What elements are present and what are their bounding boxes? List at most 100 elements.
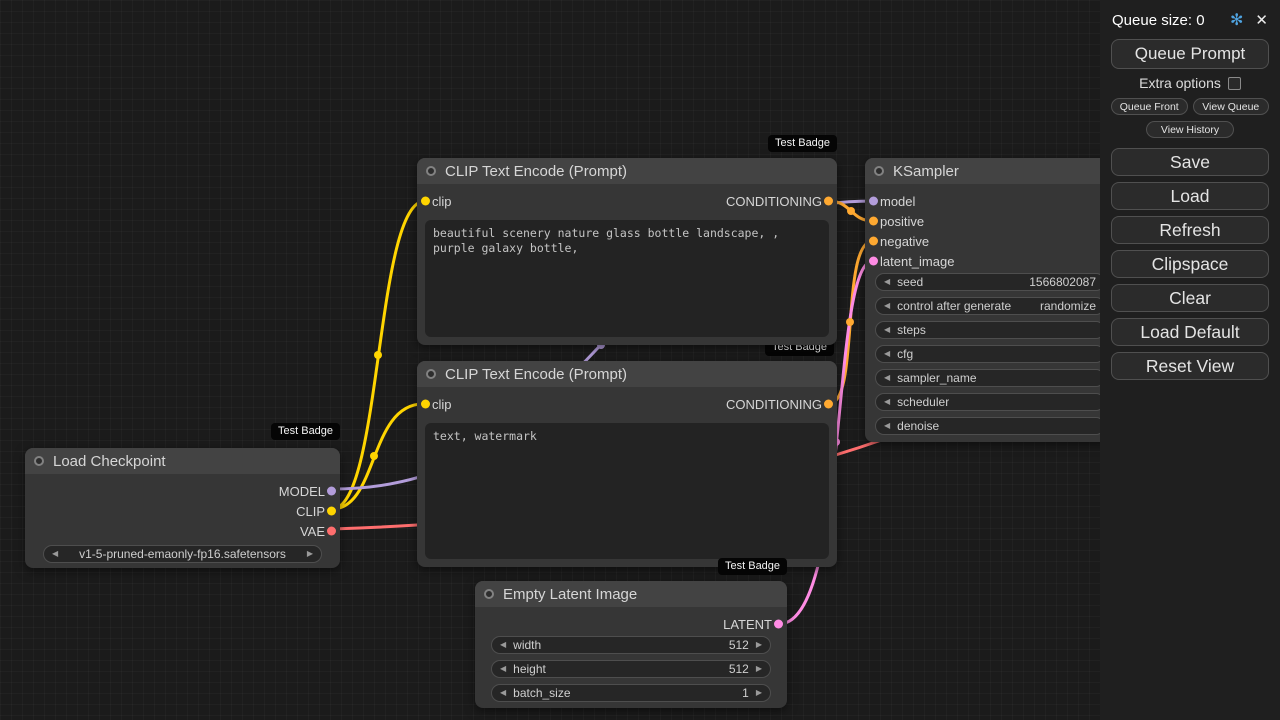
input-label-model: model bbox=[880, 193, 916, 209]
output-slot-conditioning[interactable] bbox=[824, 399, 833, 409]
widget-denoise[interactable]: ◀ denoise bbox=[875, 417, 1105, 435]
widget-label: height bbox=[513, 662, 546, 676]
collapse-dot[interactable] bbox=[426, 369, 436, 379]
ckpt-name-combo[interactable]: ◀ v1-5-pruned-emaonly-fp16.safetensors ▶ bbox=[43, 545, 322, 563]
arrow-left-icon[interactable]: ◀ bbox=[884, 350, 890, 358]
output-slot-conditioning[interactable] bbox=[824, 196, 833, 206]
output-slot-model[interactable] bbox=[327, 486, 336, 496]
node-titlebar[interactable]: CLIP Text Encode (Prompt) bbox=[417, 361, 837, 387]
reset-view-button[interactable]: Reset View bbox=[1111, 352, 1269, 380]
input-slot-model[interactable] bbox=[869, 196, 878, 206]
input-label-positive: positive bbox=[880, 213, 925, 229]
output-label-clip: CLIP bbox=[296, 503, 325, 519]
node-empty-latent-image: Empty Latent Image LATENT ◀ width 512 ▶ … bbox=[475, 581, 787, 708]
clipspace-button[interactable]: Clipspace bbox=[1111, 250, 1269, 278]
node-title: Load Checkpoint bbox=[53, 452, 166, 470]
widget-label: seed bbox=[897, 275, 924, 289]
input-row-negative: negative bbox=[865, 231, 1115, 251]
save-button[interactable]: Save bbox=[1111, 148, 1269, 176]
collapse-dot[interactable] bbox=[874, 166, 884, 176]
collapse-dot[interactable] bbox=[426, 166, 436, 176]
ckpt-name-value: v1-5-pruned-emaonly-fp16.safetensors bbox=[79, 547, 286, 561]
node-title: Empty Latent Image bbox=[503, 585, 638, 603]
widget-scheduler[interactable]: ◀ scheduler bbox=[875, 393, 1105, 411]
widget-value: randomize bbox=[1039, 299, 1096, 313]
output-row-model: MODEL bbox=[25, 481, 340, 501]
widget-sampler-name[interactable]: ◀ sampler_name bbox=[875, 369, 1105, 387]
input-slot-positive[interactable] bbox=[869, 216, 878, 226]
prompt-textarea[interactable]: text, watermark bbox=[425, 423, 829, 559]
view-history-button[interactable]: View History bbox=[1146, 121, 1234, 138]
node-clip-text-encode-positive: CLIP Text Encode (Prompt) clip CONDITION… bbox=[417, 158, 837, 345]
input-slot-clip[interactable] bbox=[421, 399, 430, 409]
output-label-conditioning: CONDITIONING bbox=[725, 193, 822, 209]
node-load-checkpoint: Load Checkpoint MODEL CLIP VAE ◀ v1-5-pr… bbox=[25, 448, 340, 568]
widget-control-after-generate[interactable]: ◀ control after generate randomize bbox=[875, 297, 1105, 315]
widget-height[interactable]: ◀ height 512 ▶ bbox=[491, 660, 771, 678]
node-titlebar[interactable]: CLIP Text Encode (Prompt) bbox=[417, 158, 837, 184]
output-row-vae: VAE bbox=[25, 521, 340, 541]
output-slot-clip[interactable] bbox=[327, 506, 336, 516]
arrow-left-icon[interactable]: ◀ bbox=[884, 302, 890, 310]
arrow-left-icon[interactable]: ◀ bbox=[884, 278, 890, 286]
output-label-model: MODEL bbox=[278, 483, 325, 499]
widget-batch-size[interactable]: ◀ batch_size 1 ▶ bbox=[491, 684, 771, 702]
widget-label: batch_size bbox=[513, 686, 571, 700]
widget-steps[interactable]: ◀ steps bbox=[875, 321, 1105, 339]
input-label-negative: negative bbox=[880, 233, 930, 249]
arrow-right-icon[interactable]: ▶ bbox=[756, 641, 762, 649]
widget-label: denoise bbox=[897, 419, 940, 433]
clear-button[interactable]: Clear bbox=[1111, 284, 1269, 312]
widget-cfg[interactable]: ◀ cfg bbox=[875, 345, 1105, 363]
collapse-dot[interactable] bbox=[484, 589, 494, 599]
collapse-dot[interactable] bbox=[34, 456, 44, 466]
arrow-left-icon[interactable]: ◀ bbox=[884, 374, 890, 382]
input-row-model: model bbox=[865, 191, 1115, 211]
input-label-clip: clip bbox=[432, 396, 452, 412]
load-button[interactable]: Load bbox=[1111, 182, 1269, 210]
arrow-right-icon[interactable]: ▶ bbox=[307, 550, 313, 558]
arrow-left-icon[interactable]: ◀ bbox=[52, 550, 58, 558]
output-slot-latent[interactable] bbox=[774, 619, 783, 629]
slot-row: clip CONDITIONING bbox=[417, 394, 837, 414]
output-label-conditioning: CONDITIONING bbox=[725, 396, 822, 412]
test-badge: Test Badge bbox=[271, 423, 341, 440]
widget-label: cfg bbox=[897, 347, 914, 361]
arrow-right-icon[interactable]: ▶ bbox=[756, 689, 762, 697]
arrow-left-icon[interactable]: ◀ bbox=[884, 422, 890, 430]
input-row-positive: positive bbox=[865, 211, 1115, 231]
node-titlebar[interactable]: KSampler bbox=[865, 158, 1115, 184]
widget-seed[interactable]: ◀ seed 1566802087 bbox=[875, 273, 1105, 291]
widget-value: 1566802087 bbox=[1029, 275, 1096, 289]
view-queue-button[interactable]: View Queue bbox=[1192, 98, 1269, 115]
arrow-left-icon[interactable]: ◀ bbox=[884, 326, 890, 334]
settings-gear-icon[interactable]: ✻ bbox=[1230, 10, 1243, 30]
slot-row: clip CONDITIONING bbox=[417, 191, 837, 211]
arrow-left-icon[interactable]: ◀ bbox=[500, 665, 506, 673]
close-icon[interactable]: ✕ bbox=[1255, 11, 1268, 29]
node-titlebar[interactable]: Load Checkpoint bbox=[25, 448, 340, 474]
queue-front-button[interactable]: Queue Front bbox=[1111, 98, 1188, 115]
arrow-left-icon[interactable]: ◀ bbox=[500, 689, 506, 697]
refresh-button[interactable]: Refresh bbox=[1111, 216, 1269, 244]
extra-options-checkbox[interactable] bbox=[1227, 76, 1241, 90]
queue-size-label: Queue size: 0 bbox=[1112, 11, 1205, 29]
input-label-clip: clip bbox=[432, 193, 452, 209]
queue-prompt-button[interactable]: Queue Prompt bbox=[1111, 39, 1269, 69]
arrow-right-icon[interactable]: ▶ bbox=[756, 665, 762, 673]
arrow-left-icon[interactable]: ◀ bbox=[884, 398, 890, 406]
input-slot-negative[interactable] bbox=[869, 236, 878, 246]
prompt-textarea[interactable]: beautiful scenery nature glass bottle la… bbox=[425, 220, 829, 337]
input-slot-latent-image[interactable] bbox=[869, 256, 878, 266]
load-default-button[interactable]: Load Default bbox=[1111, 318, 1269, 346]
node-titlebar[interactable]: Empty Latent Image bbox=[475, 581, 787, 607]
widget-value: 1 bbox=[742, 686, 749, 700]
node-title: CLIP Text Encode (Prompt) bbox=[445, 365, 628, 383]
extra-options-label: Extra options bbox=[1139, 75, 1221, 91]
widget-width[interactable]: ◀ width 512 ▶ bbox=[491, 636, 771, 654]
arrow-left-icon[interactable]: ◀ bbox=[500, 641, 506, 649]
widget-label: width bbox=[513, 638, 542, 652]
output-slot-vae[interactable] bbox=[327, 526, 336, 536]
input-slot-clip[interactable] bbox=[421, 196, 430, 206]
widget-label: scheduler bbox=[897, 395, 950, 409]
